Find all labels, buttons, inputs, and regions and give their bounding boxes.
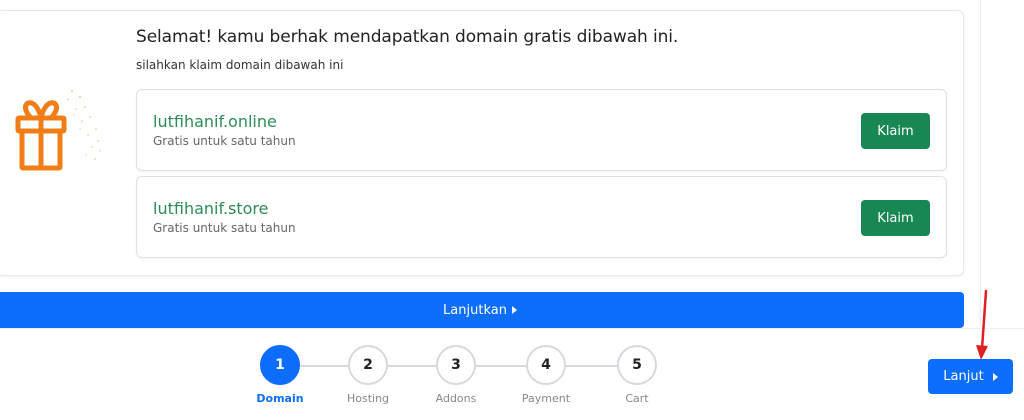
step-label-addons: Addons — [435, 392, 477, 405]
claim-button[interactable]: Klaim — [861, 200, 930, 236]
gift-icon — [15, 90, 101, 171]
next-label: Lanjut — [943, 369, 984, 384]
next-button[interactable]: Lanjut — [928, 359, 1013, 394]
promo-subline: silahkan klaim domain dibawah ini — [136, 58, 344, 72]
continue-button[interactable]: Lanjutkan — [0, 292, 964, 328]
step-label-payment: Payment — [521, 392, 571, 405]
divider — [980, 0, 981, 326]
step-hosting[interactable]: 2 — [348, 345, 388, 385]
caret-right-icon — [511, 306, 517, 314]
annotation-arrow-icon — [976, 289, 988, 360]
step-label-domain: Domain — [256, 392, 304, 405]
continue-label: Lanjutkan — [443, 302, 507, 318]
domain-option: lutfihanif.store Gratis untuk satu tahun… — [136, 176, 947, 258]
step-cart[interactable]: 5 — [617, 345, 657, 385]
promo-headline: Selamat! kamu berhak mendapatkan domain … — [136, 27, 679, 47]
claim-button[interactable]: Klaim — [861, 113, 930, 149]
step-label-hosting: Hosting — [346, 392, 390, 405]
caret-right-icon — [992, 372, 998, 381]
domain-note: Gratis untuk satu tahun — [153, 134, 296, 148]
page: Selamat! kamu berhak mendapatkan domain … — [0, 0, 1024, 420]
step-label-cart: Cart — [625, 392, 649, 405]
domain-name: lutfihanif.store — [153, 199, 269, 218]
footer-divider — [0, 328, 1024, 329]
domain-name: lutfihanif.online — [153, 112, 277, 131]
step-addons[interactable]: 3 — [436, 345, 476, 385]
domain-note: Gratis untuk satu tahun — [153, 221, 296, 235]
step-domain[interactable]: 1 — [260, 345, 300, 385]
domain-option: lutfihanif.online Gratis untuk satu tahu… — [136, 89, 947, 171]
step-payment[interactable]: 4 — [526, 345, 566, 385]
